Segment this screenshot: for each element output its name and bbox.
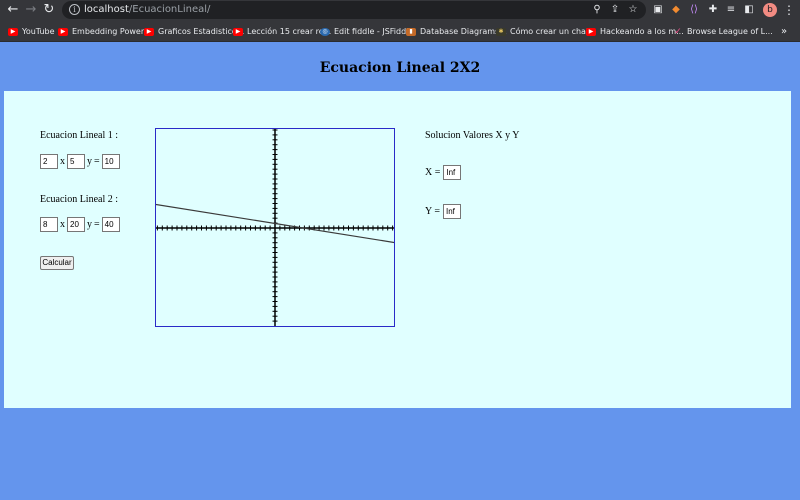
code-extension-icon[interactable]: ⟨⟩ (687, 3, 701, 17)
browser-menu-icon[interactable]: ⋮ (783, 2, 795, 18)
equation-1-label: Ecuacion Lineal 1 : (40, 130, 119, 141)
bookmark-hackeando[interactable]: ▶ Hackeando a los m... (586, 24, 684, 39)
url-host: localhost (84, 4, 129, 15)
media-queue-icon[interactable]: ≡ (724, 3, 738, 17)
address-bar[interactable]: i localhost/EcuacionLineal/ ⚲ ⇪ ☆ (62, 1, 646, 19)
content-panel (4, 91, 791, 408)
reload-icon[interactable]: ↻ (40, 1, 58, 19)
bookmark-label: Lección 15 crear re... (247, 27, 332, 36)
bookmark-chat[interactable]: ✱ Cómo crear un chat... (496, 24, 597, 39)
eq1-b-input[interactable]: 5 (67, 154, 85, 169)
bookmark-label: Embedding Power... (72, 27, 151, 36)
graph-svg (156, 129, 394, 326)
eq1-a-input[interactable]: 2 (40, 154, 58, 169)
fox-extension-icon[interactable]: ◆ (669, 3, 683, 17)
share-icon[interactable]: ⇪ (608, 3, 622, 17)
bookmark-label: YouTube (22, 27, 55, 36)
bookmark-database[interactable]: ▮ Database Diagrams... (406, 24, 507, 39)
eq1-x-symbol: x (60, 156, 65, 167)
solution-y-output: Inf (443, 204, 461, 219)
extension-icon[interactable]: ▣ (651, 3, 665, 17)
zoom-icon[interactable]: ⚲ (590, 3, 604, 17)
eq2-equals-symbol: = (94, 219, 100, 230)
bookmark-star-icon[interactable]: ☆ (626, 3, 640, 17)
eq2-x-symbol: x (60, 219, 65, 230)
eq2-a-input[interactable]: 8 (40, 217, 58, 232)
page-title: Ecuacion Lineal 2X2 (319, 60, 481, 76)
jsfiddle-icon: ◎ (320, 27, 330, 36)
profile-avatar[interactable]: b (763, 3, 777, 17)
eq1-y-symbol: y (87, 156, 92, 167)
chat-icon: ✱ (496, 27, 506, 36)
calcular-button[interactable]: Calcular (40, 256, 74, 270)
forward-arrow-icon[interactable]: → (22, 1, 40, 19)
youtube-icon: ▶ (8, 27, 18, 36)
extensions-puzzle-icon[interactable]: ✚ (706, 3, 720, 17)
url-text[interactable]: localhost/EcuacionLineal/ (84, 3, 210, 17)
graph-canvas (155, 128, 395, 327)
bookmark-label: Graficos Estadistico... (158, 27, 245, 36)
bookmark-jsfiddle[interactable]: ◎ Edit fiddle - JSFiddle (320, 24, 413, 39)
database-icon: ▮ (406, 27, 416, 36)
site-info-icon[interactable]: i (69, 4, 80, 15)
league-icon: ✓ (674, 26, 682, 37)
youtube-icon: ▶ (233, 27, 243, 36)
bookmark-leccion[interactable]: ▶ Lección 15 crear re... (233, 24, 331, 39)
bookmark-label: Edit fiddle - JSFiddle (334, 27, 414, 36)
solution-x-output: Inf (443, 165, 462, 180)
eq2-c-input[interactable]: 40 (101, 217, 120, 232)
eq1-c-input[interactable]: 10 (101, 154, 120, 169)
equation-1-row: 2 x 5 y = 10 (40, 154, 120, 169)
bookmark-youtube[interactable]: ▶ YouTube (8, 24, 55, 39)
back-arrow-icon[interactable]: ← (4, 1, 22, 19)
bookmark-embedding[interactable]: ▶ Embedding Power... (58, 24, 151, 39)
equation-2-label: Ecuacion Lineal 2 : (40, 194, 119, 205)
youtube-icon: ▶ (58, 27, 68, 36)
bookmark-label: Hackeando a los m... (600, 27, 684, 36)
side-panel-icon[interactable]: ◧ (742, 3, 756, 17)
bookmark-label: Database Diagrams... (420, 27, 507, 36)
solution-title: Solucion Valores X y Y (425, 130, 520, 141)
bookmark-label: Cómo crear un chat... (510, 27, 597, 36)
solution-y-label: Y = (425, 206, 440, 217)
youtube-icon: ▶ (144, 27, 154, 36)
more-bookmarks-icon[interactable]: » (781, 24, 787, 39)
equation-2-row: 8 x 20 y = 40 (40, 217, 120, 232)
eq2-b-input[interactable]: 20 (67, 217, 85, 232)
bookmarks-bar: ▶ YouTube ▶ Embedding Power... ▶ Graficos E… (0, 21, 800, 42)
eq1-equals-symbol: = (94, 156, 100, 167)
solution-x-row: X = Inf (425, 165, 462, 180)
bookmark-league[interactable]: ✓ Browse League of L... (673, 24, 773, 39)
browser-toolbar: ← → ↻ i localhost/EcuacionLineal/ ⚲ ⇪ ☆ … (0, 0, 800, 21)
bookmark-label: Browse League of L... (687, 27, 773, 36)
youtube-icon: ▶ (586, 27, 596, 36)
eq2-y-symbol: y (87, 219, 92, 230)
solution-x-label: X = (425, 167, 441, 178)
solution-y-row: Y = Inf (425, 204, 461, 219)
bookmark-graficos[interactable]: ▶ Graficos Estadistico... (144, 24, 244, 39)
url-path: /EcuacionLineal/ (128, 4, 211, 15)
